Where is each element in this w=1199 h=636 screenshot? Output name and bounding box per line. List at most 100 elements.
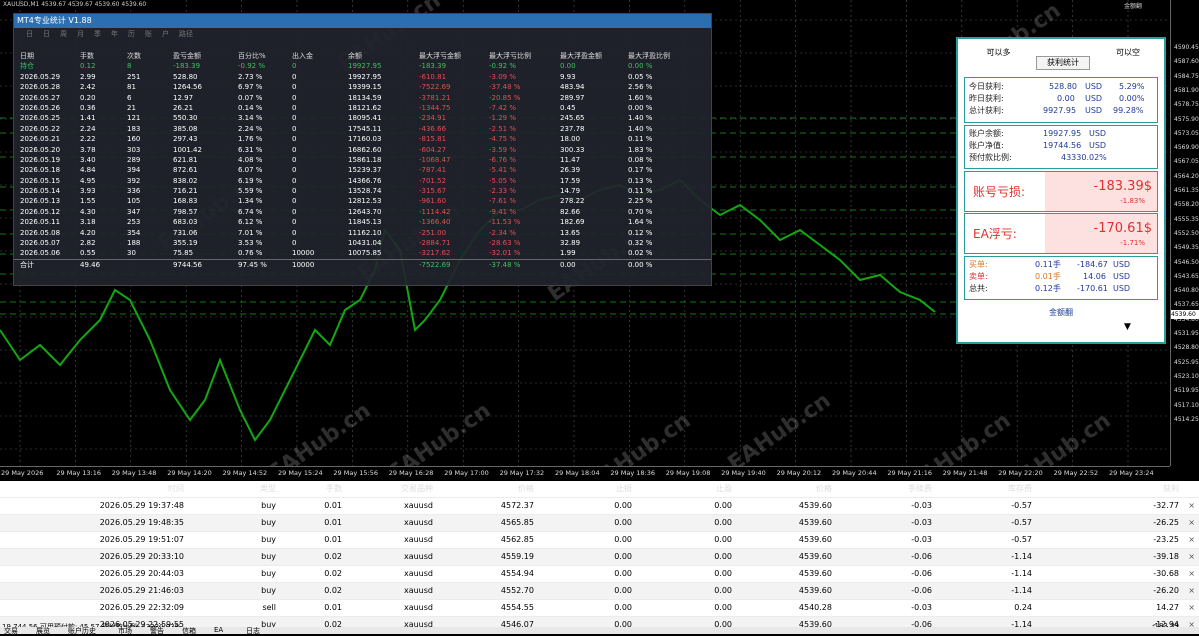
- trade-cell: 4552.70: [500, 586, 534, 595]
- collapse-arrow-icon[interactable]: ▼: [1124, 322, 1131, 332]
- close-position-icon[interactable]: ×: [1188, 549, 1195, 565]
- stats-cell: 289.97: [560, 93, 585, 102]
- stats-tab[interactable]: 月: [77, 28, 94, 40]
- trade-cell: 4539.60: [798, 501, 832, 510]
- stats-tab[interactable]: 历: [128, 28, 145, 40]
- stats-cell: 385.08: [173, 124, 198, 133]
- stats-cell: 97.45 %: [238, 260, 267, 269]
- time-axis-label: 29 May 15:24: [278, 469, 323, 477]
- close-position-icon[interactable]: ×: [1188, 515, 1195, 531]
- close-position-icon[interactable]: ×: [1188, 532, 1195, 548]
- trade-cell: xauusd: [403, 535, 433, 544]
- trade-cell: 0.00: [714, 518, 732, 527]
- stats-tab[interactable]: 周: [60, 28, 77, 40]
- time-axis-label: 29 May 21:16: [887, 469, 932, 477]
- stats-cell: 16862.60: [348, 145, 382, 154]
- terminal-tab[interactable]: EA: [214, 626, 223, 634]
- stats-tab[interactable]: 路径: [179, 28, 205, 40]
- stats-cell: -7.61 %: [489, 197, 516, 206]
- stats-cell: 75.85: [173, 249, 194, 258]
- stats-tab[interactable]: 季: [94, 28, 111, 40]
- trade-cell: -0.06: [911, 552, 932, 561]
- time-axis[interactable]: 29 May 2026 29 May 13:16 29 May 13:48 29 Ma…: [0, 466, 1170, 482]
- profit-stats-button[interactable]: 获利统计: [1036, 56, 1090, 70]
- stats-tab[interactable]: 户: [162, 28, 179, 40]
- price-axis-label: 4552.50: [1174, 229, 1199, 237]
- stats-cell: 4.20: [80, 228, 96, 237]
- stats-cell: 0: [292, 155, 297, 164]
- close-position-icon[interactable]: ×: [1188, 498, 1195, 514]
- stats-tab[interactable]: 年: [111, 28, 128, 40]
- stats-cell: 1.76 %: [238, 135, 263, 144]
- stats-cell: 0: [292, 103, 297, 112]
- trade-cell: 14.27: [1156, 603, 1179, 612]
- time-axis-label: 29 May 20:44: [832, 469, 877, 477]
- stats-cell: 2026.05.26: [20, 103, 61, 112]
- stats-panel[interactable]: MT4专业统计 V1.88 日日周月季年历账户路径 日期 手数 次数 盈亏金额 百分比%…: [13, 13, 712, 286]
- stats-cell: 0.36: [80, 103, 96, 112]
- trade-cell: 止损: [616, 484, 632, 493]
- profit-panel[interactable]: 可以多 获利统计 可以空 今日获利: 528.80 USD 5.29% 昨日获利…: [956, 37, 1166, 344]
- stats-cell: 0.17 %: [628, 166, 653, 175]
- stats-cell: 683.03: [173, 218, 198, 227]
- stats-cell: 0.05 %: [628, 72, 653, 81]
- terminal-tab[interactable]: 信箱: [182, 626, 196, 636]
- stats-tab[interactable]: 日: [43, 28, 60, 40]
- trade-cell: 2026.05.29 20:33:10: [99, 552, 184, 561]
- stats-row: 2026.05.19 3.40 289 621.81 4.08 % 0 15861.18 -1…: [14, 155, 711, 165]
- stats-cell: 2.56 %: [628, 83, 653, 92]
- stats-cell: 11162.10: [348, 228, 382, 237]
- stats-cell: -37.48 %: [489, 83, 521, 92]
- stats-cell: -251.00: [419, 228, 447, 237]
- stats-cell: 日期: [20, 52, 34, 60]
- close-position-icon[interactable]: ×: [1188, 583, 1195, 599]
- short-allowed-button[interactable]: 可以空: [1098, 47, 1158, 59]
- ea-label-tag: 金额翻: [1123, 3, 1142, 10]
- stats-cell: 0: [292, 135, 297, 144]
- terminal-tab[interactable]: 警告: [150, 626, 164, 636]
- stats-row: 2026.05.08 4.20 354 731.06 7.01 % 0 11162.10 -2…: [14, 228, 711, 238]
- stats-cell: 最大浮亏比例: [489, 52, 531, 60]
- close-position-icon[interactable]: ×: [1188, 600, 1195, 616]
- stats-cell: -5.05 %: [489, 176, 516, 185]
- trade-cell: 4565.85: [500, 518, 534, 527]
- close-position-icon[interactable]: ×: [1188, 566, 1195, 582]
- stats-cell: 2.82: [80, 239, 96, 248]
- stats-cell: 2026.05.11: [20, 218, 61, 227]
- buy-profit: -184.67: [1077, 260, 1108, 269]
- stats-cell: 303: [127, 145, 141, 154]
- stats-cell: 1.40 %: [628, 114, 653, 123]
- stats-row: 2026.05.12 4.30 347 798.57 6.74 % 0 12643.70 -1…: [14, 207, 711, 217]
- stats-cell: 6.12 %: [238, 218, 263, 227]
- trade-cell: 4554.55: [500, 603, 534, 612]
- stats-cell: 2026.05.20: [20, 145, 61, 154]
- stats-cell: 6.97 %: [238, 83, 263, 92]
- today-profit-percent: 5.29%: [1119, 82, 1145, 91]
- terminal-tab[interactable]: 账户历史: [68, 626, 96, 636]
- account-loss-box: 账号亏损: -183.39$ -1.83%: [964, 171, 1158, 212]
- terminal-tab[interactable]: 交易: [4, 626, 18, 636]
- trade-cell: 2026.05.29 20:44:03: [99, 569, 184, 578]
- trade-cell: -30.68: [1153, 569, 1179, 578]
- sell-currency: USD: [1113, 272, 1131, 281]
- terminal-tab[interactable]: 日志: [246, 626, 260, 636]
- price-axis[interactable]: 4590.45 4587.60 4584.75 4581.90 4578.75 4575.…: [1170, 0, 1199, 466]
- all-lots: 0.12手: [1035, 284, 1061, 293]
- stats-cell: -961.60: [419, 197, 447, 206]
- price-axis-label: 4584.75: [1174, 72, 1199, 80]
- trade-cell: 0.00: [614, 603, 632, 612]
- stats-tab[interactable]: 账: [145, 28, 162, 40]
- time-axis-label: 29 May 19:08: [665, 469, 711, 477]
- trade-cell: buy: [261, 586, 276, 595]
- terminal-tab[interactable]: 市场: [118, 626, 132, 636]
- terminal-tab[interactable]: 展览: [36, 626, 50, 636]
- stats-row: 2026.05.15 4.95 392 838.02 6.19 % 0 14366.76 -7…: [14, 176, 711, 186]
- trade-terminal[interactable]: 时间 类型 手数 交易品种 价格 止损 止盈 价格 手续费 库存费 获利 2026.05.29 19:…: [0, 481, 1199, 634]
- stats-tab[interactable]: 日: [26, 28, 43, 40]
- account-loss-percent: -1.83%: [1120, 197, 1145, 205]
- trade-cell: xauusd: [403, 603, 433, 612]
- trade-cell: 4539.60: [798, 586, 832, 595]
- trade-cell: 4539.60: [798, 569, 832, 578]
- stats-cell: -1344.75: [419, 103, 451, 112]
- long-allowed-button[interactable]: 可以多: [966, 47, 1031, 59]
